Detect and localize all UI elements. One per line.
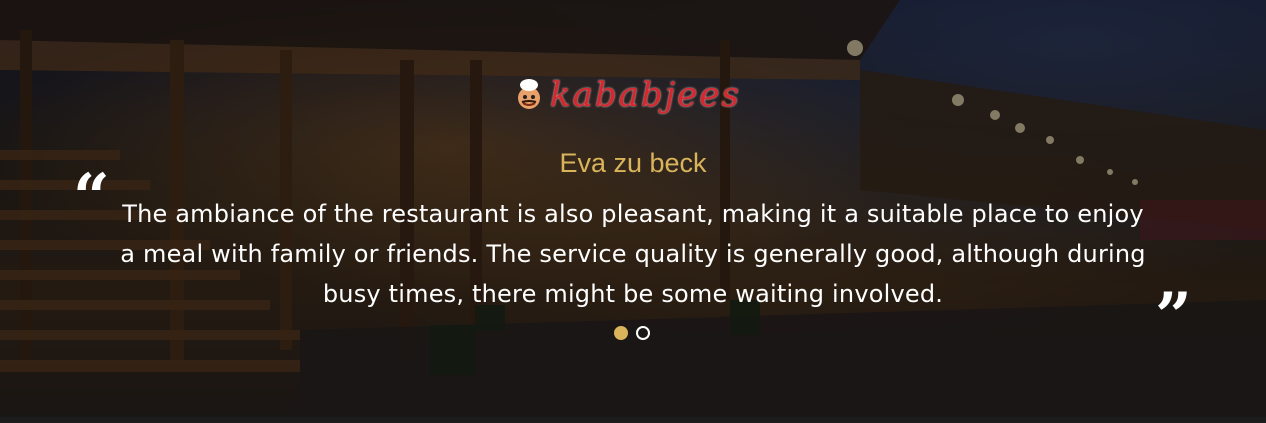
testimonial-hero: kababjees Eva zu beck “ The ambiance of … [0,0,1266,417]
carousel-pagination [614,326,650,340]
reviewer-name: Eva zu beck [559,148,707,178]
close-quote-icon: ” [1155,279,1192,354]
kababjees-logo[interactable]: kababjees [512,70,752,120]
open-quote-icon: “ [73,160,110,235]
carousel-dot-1[interactable] [614,326,628,340]
testimonial-quote: The ambiance of the restaurant is also p… [120,200,1146,308]
logo-wordmark: kababjees [550,75,741,115]
carousel-dot-2[interactable] [636,326,650,340]
chef-mascot-icon [518,79,540,109]
page-bottom-strip [0,417,1266,423]
